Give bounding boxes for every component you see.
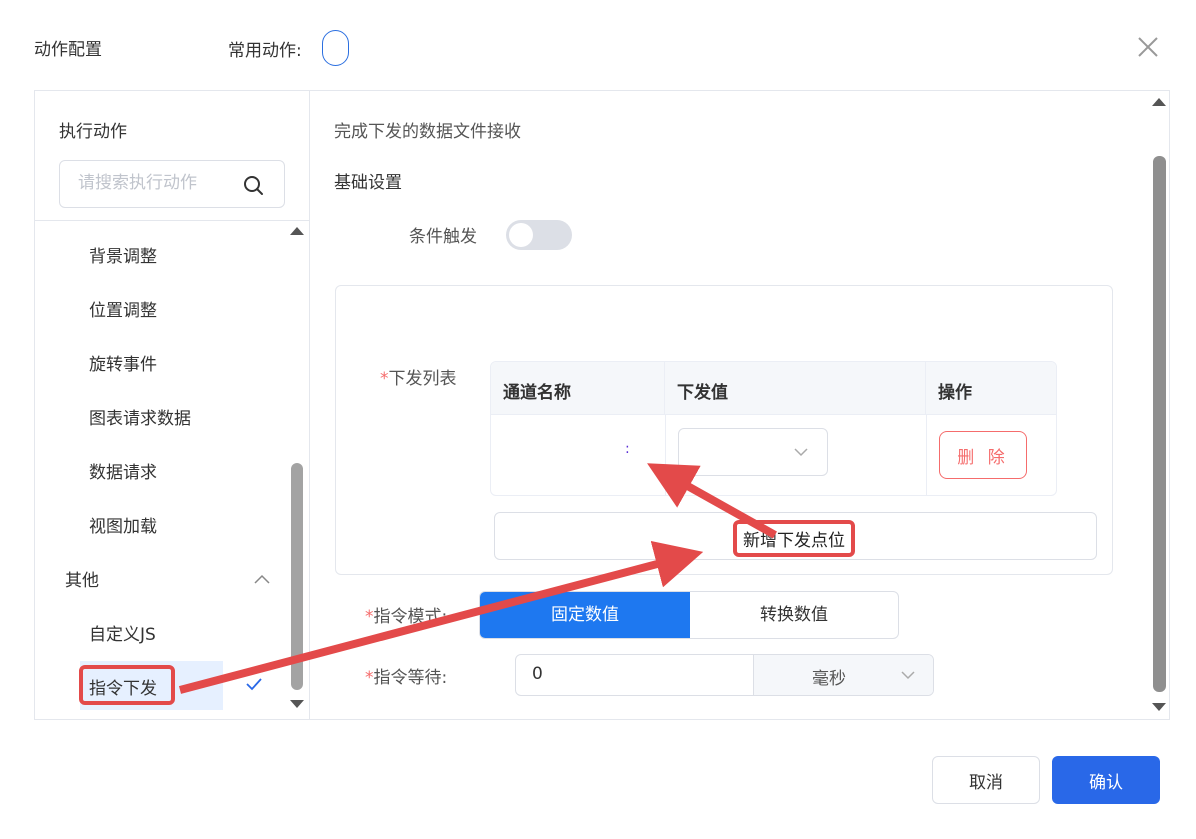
common-actions-tag[interactable] bbox=[322, 30, 349, 66]
action-list-title: 执行动作 bbox=[59, 122, 127, 142]
scrollbar-thumb[interactable] bbox=[1153, 156, 1166, 692]
command-wait-field: 毫秒 bbox=[515, 654, 934, 696]
chevron-down-icon bbox=[901, 671, 915, 680]
action-description: 完成下发的数据文件接收 bbox=[334, 122, 521, 142]
scroll-down-arrow[interactable] bbox=[290, 700, 304, 708]
action-item-rotate[interactable]: 旋转事件 bbox=[89, 350, 157, 375]
command-wait-input[interactable] bbox=[532, 664, 732, 684]
cancel-button[interactable]: 取消 bbox=[932, 756, 1040, 804]
scrollbar-thumb[interactable] bbox=[291, 463, 303, 690]
command-mode-label: *指令模式: bbox=[365, 607, 448, 627]
condition-trigger-switch[interactable] bbox=[506, 220, 572, 250]
dialog-title: 动作配置 bbox=[34, 40, 102, 60]
command-wait-label: *指令等待: bbox=[365, 668, 448, 688]
section-title: 基础设置 bbox=[334, 173, 402, 193]
highlight-box bbox=[79, 665, 175, 705]
group-other[interactable]: 其他 bbox=[65, 566, 99, 591]
action-list-panel: 执行动作 背景调整 位置调整 旋转事件 图表请求数据 数据请求 视图加载 其他 bbox=[35, 91, 310, 719]
common-actions-label: 常用动作: bbox=[228, 41, 302, 61]
close-icon[interactable] bbox=[1134, 33, 1162, 61]
switch-knob bbox=[509, 223, 533, 247]
scroll-up-arrow[interactable] bbox=[290, 227, 304, 235]
dispatch-table: 通道名称 下发值 操作 : 删 除 bbox=[490, 361, 1057, 496]
search-icon[interactable] bbox=[242, 174, 264, 196]
action-item-background[interactable]: 背景调整 bbox=[89, 242, 157, 267]
confirm-button[interactable]: 确认 bbox=[1052, 756, 1160, 804]
dispatch-list-card: *下发列表 通道名称 下发值 操作 : 删 除 新增下发点位 bbox=[335, 285, 1113, 575]
check-icon bbox=[246, 678, 262, 691]
command-mode-fixed[interactable]: 固定数值 bbox=[480, 592, 690, 638]
scroll-down-arrow[interactable] bbox=[1152, 703, 1166, 711]
action-item-custom-js[interactable]: 自定义JS bbox=[89, 620, 156, 645]
condition-trigger-label: 条件触发 bbox=[409, 227, 477, 247]
add-dispatch-point-label: 新增下发点位 bbox=[733, 520, 855, 557]
chevron-down-icon bbox=[794, 448, 808, 457]
required-mark: * bbox=[380, 369, 389, 389]
divider bbox=[665, 415, 666, 495]
column-header-channel: 通道名称 bbox=[491, 362, 665, 415]
wait-unit-select[interactable]: 毫秒 bbox=[753, 655, 933, 695]
action-item-data-request[interactable]: 数据请求 bbox=[89, 458, 157, 483]
action-search-input[interactable] bbox=[78, 173, 238, 193]
dialog-body: 执行动作 背景调整 位置调整 旋转事件 图表请求数据 数据请求 视图加载 其他 bbox=[34, 90, 1170, 720]
action-settings-panel: 完成下发的数据文件接收 基础设置 条件触发 *下发列表 通道名称 下发值 操作 … bbox=[311, 91, 1169, 719]
add-dispatch-point-button[interactable]: 新增下发点位 bbox=[494, 512, 1097, 560]
channel-cell[interactable]: : bbox=[625, 442, 630, 456]
action-item-position[interactable]: 位置调整 bbox=[89, 296, 157, 321]
delete-button[interactable]: 删 除 bbox=[939, 431, 1027, 479]
column-header-value: 下发值 bbox=[665, 362, 926, 415]
command-mode-segment: 固定数值 转换数值 bbox=[479, 591, 899, 639]
action-list: 背景调整 位置调整 旋转事件 图表请求数据 数据请求 视图加载 其他 自定义JS… bbox=[35, 221, 291, 717]
dispatch-value-select[interactable] bbox=[678, 428, 828, 476]
dispatch-list-label: *下发列表 bbox=[380, 369, 457, 389]
action-config-dialog: 动作配置 常用动作: 执行动作 背景调整 位置调整 旋转事件 图表请求数据 数据 bbox=[0, 0, 1196, 839]
divider bbox=[926, 415, 927, 495]
column-header-action: 操作 bbox=[926, 362, 1056, 415]
action-item-chart-request[interactable]: 图表请求数据 bbox=[89, 404, 191, 429]
scroll-up-arrow[interactable] bbox=[1152, 98, 1166, 106]
action-item-view-load[interactable]: 视图加载 bbox=[89, 512, 157, 537]
action-search bbox=[59, 160, 285, 208]
wait-unit-value: 毫秒 bbox=[812, 669, 846, 689]
chevron-up-icon[interactable] bbox=[253, 573, 271, 585]
command-mode-convert[interactable]: 转换数值 bbox=[690, 592, 898, 638]
